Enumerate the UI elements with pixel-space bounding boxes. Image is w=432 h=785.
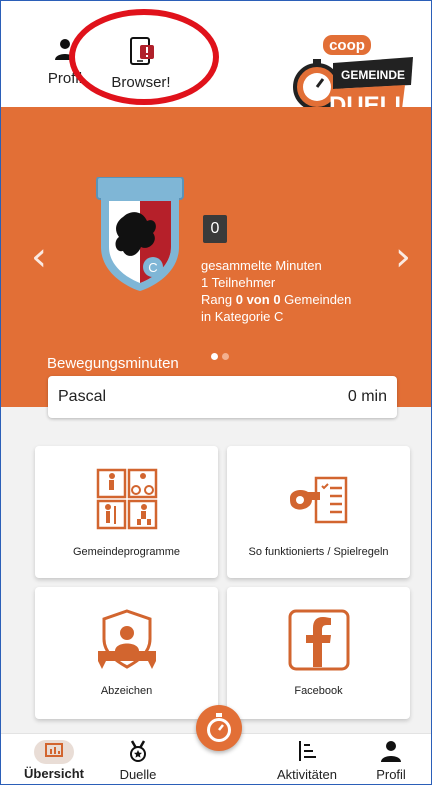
- top-header: Profil Browser! coop GEMEINDE DUELL: [1, 1, 431, 121]
- nav-profil[interactable]: Profil: [367, 740, 415, 782]
- stopwatch-fab[interactable]: [196, 705, 242, 751]
- sports-grid-icon: [96, 468, 157, 530]
- person-icon: [381, 741, 401, 762]
- list-icon: [299, 741, 316, 761]
- rank-value: 0: [235, 292, 243, 307]
- rank-total: 0: [273, 292, 281, 307]
- user-minutes-row[interactable]: Pascal 0 min: [48, 376, 397, 418]
- facebook-icon: [288, 609, 349, 671]
- nav-duelle-label: Duelle: [119, 767, 157, 782]
- nav-profil-label: Profil: [376, 767, 406, 782]
- minutes-value-box: 0: [203, 215, 227, 243]
- svg-text:GEMEINDE: GEMEINDE: [341, 68, 405, 82]
- carousel-prev-arrow[interactable]: ‹: [31, 237, 47, 277]
- community-stats: gesammelte Minuten 1 Teilnehmer Rang 0 v…: [201, 257, 351, 325]
- minutes-label: gesammelte Minuten: [201, 258, 322, 273]
- nav-active-pill: [34, 740, 74, 764]
- carousel-dots: [211, 347, 233, 365]
- participants-count: 1: [201, 275, 209, 290]
- app-frame: Profil Browser! coop GEMEINDE DUELL ‹ › …: [0, 0, 432, 785]
- tile-spielregeln[interactable]: So funktionierts / Spielregeln: [227, 446, 410, 578]
- carousel-dot-2[interactable]: [222, 353, 229, 360]
- nav-aktivitaeten-label: Aktivitäten: [277, 767, 337, 782]
- svg-text:C: C: [148, 260, 157, 275]
- tile-gemeindeprogramme[interactable]: Gemeindeprogramme: [35, 446, 218, 578]
- nav-uebersicht-label: Übersicht: [24, 766, 84, 781]
- tile-spielregeln-label: So funktionierts / Spielregeln: [248, 546, 389, 558]
- user-name: Pascal: [58, 388, 107, 405]
- section-label-bewegungsminuten: Bewegungsminuten: [47, 355, 179, 372]
- carousel-dot-1[interactable]: [211, 353, 218, 360]
- community-hero: ‹ › C 0 gesammelte Minuten 1 Teilnehmer …: [1, 107, 431, 418]
- carousel-next-arrow[interactable]: ›: [395, 237, 411, 277]
- user-minutes: 0 min: [347, 388, 387, 405]
- tile-gemeindeprogramme-label: Gemeindeprogramme: [73, 546, 180, 558]
- category-line: in Kategorie C: [201, 309, 284, 324]
- tile-facebook[interactable]: Facebook: [227, 587, 410, 719]
- community-crest[interactable]: C: [93, 177, 187, 293]
- rank-prefix: Rang: [201, 292, 233, 307]
- nav-uebersicht[interactable]: Übersicht: [19, 740, 89, 781]
- badge-person-icon: [97, 609, 156, 669]
- whistle-rules-icon: [289, 476, 347, 524]
- stopwatch-icon: [207, 713, 231, 742]
- annotation-circle: [69, 9, 219, 105]
- tile-abzeichen-label: Abzeichen: [100, 685, 153, 697]
- medal-icon: [130, 740, 146, 762]
- chart-icon: [45, 743, 63, 757]
- nav-duelle[interactable]: Duelle: [111, 740, 165, 782]
- participants-label: Teilnehmer: [211, 275, 276, 290]
- tile-facebook-label: Facebook: [294, 685, 343, 697]
- nav-aktivitaeten[interactable]: Aktivitäten: [271, 740, 343, 782]
- rank-line: Rang 0 von 0 Gemeinden: [201, 291, 351, 308]
- rank-suffix: Gemeinden: [284, 292, 352, 307]
- participants-line: 1 Teilnehmer: [201, 274, 351, 291]
- rank-of: von: [246, 292, 270, 307]
- svg-text:coop: coop: [329, 37, 365, 54]
- tile-abzeichen[interactable]: Abzeichen: [35, 587, 218, 719]
